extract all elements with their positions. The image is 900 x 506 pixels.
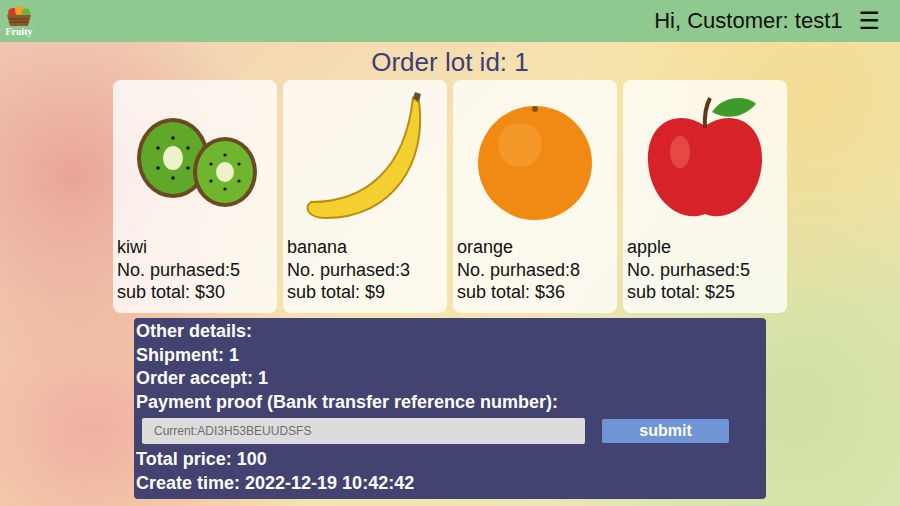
fruit-basket-icon (4, 5, 34, 27)
payment-label: Payment proof (Bank transfer reference n… (136, 391, 758, 415)
item-card: kiwiNo. purhased:5sub total: $30 (113, 80, 277, 313)
shipment: Shipment: 1 (136, 344, 758, 368)
item-card: orangeNo. purhased:8sub total: $36 (453, 80, 617, 313)
item-quantity: No. purhased:3 (287, 259, 443, 282)
order-accept: Order accept: 1 (136, 367, 758, 391)
item-name: apple (627, 236, 783, 259)
greeting: Hi, Customer: test1 (654, 8, 842, 34)
details-heading: Other details: (136, 320, 758, 344)
page: Fruity Hi, Customer: test1 ☰ Order lot id: … (0, 0, 900, 506)
menu-icon[interactable]: ☰ (858, 7, 880, 35)
item-card: appleNo. purhased:5sub total: $25 (623, 80, 787, 313)
user-area: Hi, Customer: test1 ☰ (654, 7, 880, 35)
item-info: appleNo. purhased:5sub total: $25 (627, 236, 783, 304)
banana-icon (295, 90, 435, 230)
item-name: banana (287, 236, 443, 259)
top-bar: Fruity Hi, Customer: test1 ☰ (0, 0, 900, 42)
item-info: kiwiNo. purhased:5sub total: $30 (117, 236, 273, 304)
item-name: kiwi (117, 236, 273, 259)
item-quantity: No. purhased:5 (627, 259, 783, 282)
fruit-picture (287, 84, 443, 236)
logo[interactable]: Fruity (4, 5, 34, 37)
item-subtotal: sub total: $36 (457, 281, 613, 304)
apple-icon (640, 90, 770, 230)
payment-row: submit (136, 414, 758, 448)
fruit-picture (457, 84, 613, 236)
payment-input[interactable] (142, 418, 585, 444)
item-name: orange (457, 236, 613, 259)
order-title: Order lot id: 1 (371, 46, 529, 78)
fruit-picture (117, 84, 273, 236)
create-time: Create time: 2022-12-19 10:42:42 (136, 472, 758, 496)
item-subtotal: sub total: $9 (287, 281, 443, 304)
item-info: bananaNo. purhased:3sub total: $9 (287, 236, 443, 304)
item-card: bananaNo. purhased:3sub total: $9 (283, 80, 447, 313)
item-quantity: No. purhased:5 (117, 259, 273, 282)
item-subtotal: sub total: $25 (627, 281, 783, 304)
item-subtotal: sub total: $30 (117, 281, 273, 304)
order-details: Other details:Shipment: 1Order accept: 1… (134, 318, 766, 499)
fruit-picture (627, 84, 783, 236)
orange-icon (470, 95, 600, 225)
submit-button[interactable]: submit (602, 419, 729, 443)
item-quantity: No. purhased:8 (457, 259, 613, 282)
logo-text: Fruity (5, 27, 32, 37)
total-price: Total price: 100 (136, 448, 758, 472)
item-list: kiwiNo. purhased:5sub total: $30bananaNo… (113, 80, 787, 313)
kiwi-icon (125, 100, 265, 220)
item-info: orangeNo. purhased:8sub total: $36 (457, 236, 613, 304)
